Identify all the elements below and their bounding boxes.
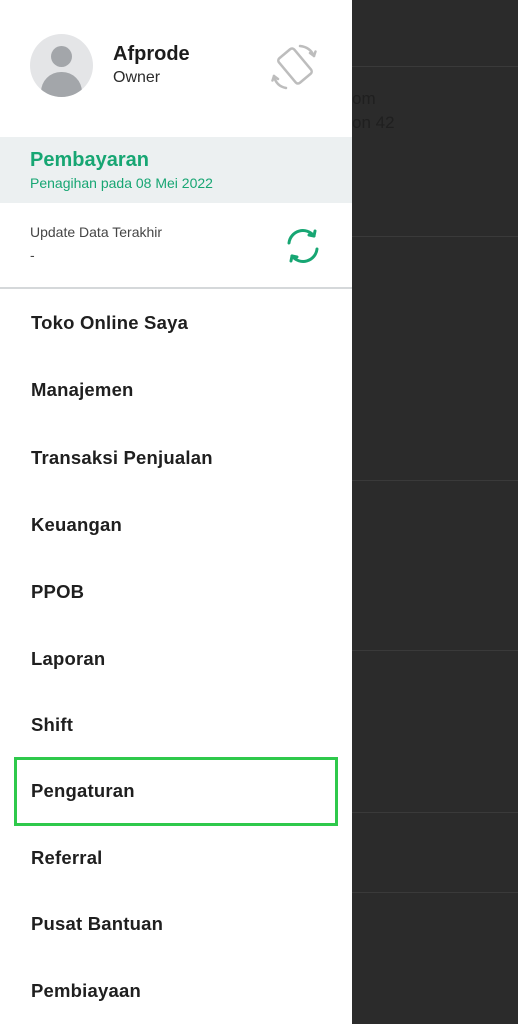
- menu-item-label: PPOB: [31, 581, 85, 602]
- last-update-section: Update Data Terakhir -: [0, 203, 352, 289]
- user-role: Owner: [113, 69, 161, 86]
- bg-divider: [352, 812, 518, 813]
- menu-item-label: Pembiayaan: [31, 980, 141, 1001]
- user-name: Afprode: [113, 43, 190, 65]
- bg-divider: [352, 480, 518, 481]
- menu-item-pusat-bantuan[interactable]: Pusat Bantuan: [0, 891, 352, 957]
- bg-divider: [352, 650, 518, 651]
- menu-item-referral[interactable]: Referral: [0, 825, 352, 891]
- rotate-device-icon[interactable]: [270, 42, 322, 92]
- bg-divider: [352, 892, 518, 893]
- last-update-value: -: [30, 247, 35, 263]
- bg-text-line-2: on 42: [352, 113, 395, 132]
- menu-item-label: Referral: [31, 847, 103, 868]
- navigation-drawer: Afprode Owner Pembayaran Penagihan pada …: [0, 0, 352, 1024]
- menu-item-shift[interactable]: Shift: [0, 692, 352, 758]
- menu-item-manajemen[interactable]: Manajemen: [0, 357, 352, 423]
- bg-divider: [352, 236, 518, 237]
- menu-item-label: Toko Online Saya: [31, 312, 189, 333]
- payment-banner[interactable]: Pembayaran Penagihan pada 08 Mei 2022: [0, 137, 352, 203]
- billing-date-text: Penagihan pada 08 Mei 2022: [30, 175, 213, 191]
- menu-item-pembiayaan[interactable]: Pembiayaan: [0, 958, 352, 1024]
- profile-header: Afprode Owner: [0, 0, 352, 137]
- menu-item-label: Shift: [31, 714, 74, 735]
- menu-item-label: Pusat Bantuan: [31, 913, 164, 934]
- bg-text-line-1: om: [352, 89, 376, 108]
- menu-item-transaksi-penjualan[interactable]: Transaksi Penjualan: [0, 425, 352, 491]
- highlight-box: [14, 757, 338, 826]
- menu-item-label: Laporan: [31, 648, 106, 669]
- payment-title: Pembayaran: [30, 149, 149, 171]
- last-update-label: Update Data Terakhir: [30, 224, 163, 240]
- menu-item-ppob[interactable]: PPOB: [0, 559, 352, 625]
- menu-item-label: Transaksi Penjualan: [31, 447, 213, 468]
- menu-item-label: Manajemen: [31, 379, 134, 400]
- bg-divider: [352, 66, 518, 67]
- menu-item-toko-online-saya[interactable]: Toko Online Saya: [0, 290, 352, 356]
- sync-icon[interactable]: [283, 226, 323, 266]
- menu-item-keuangan[interactable]: Keuangan: [0, 492, 352, 558]
- user-avatar-icon[interactable]: [30, 34, 93, 97]
- menu-item-label: Keuangan: [31, 514, 123, 535]
- menu-item-laporan[interactable]: Laporan: [0, 626, 352, 692]
